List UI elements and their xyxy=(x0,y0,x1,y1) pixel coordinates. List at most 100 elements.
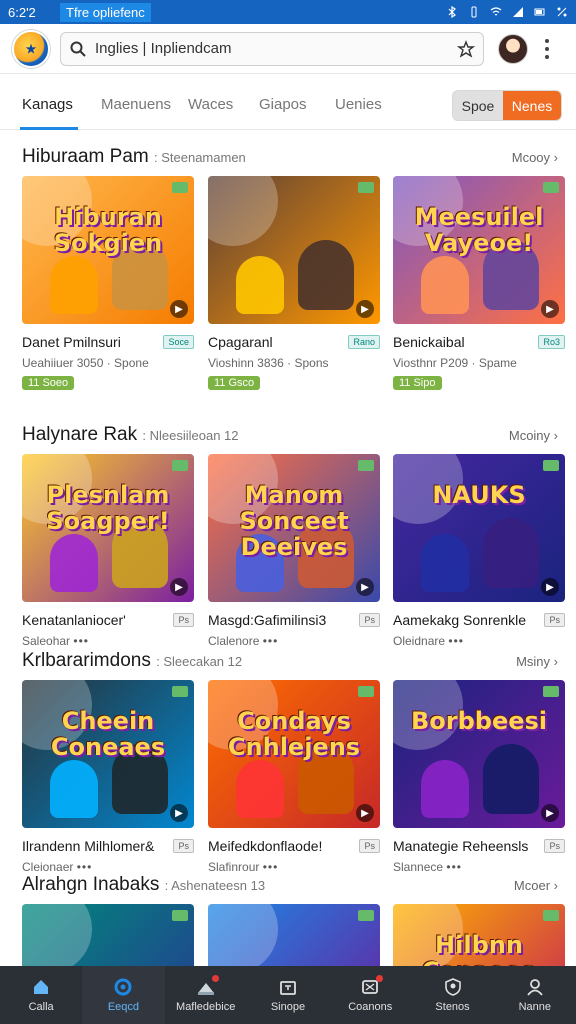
game-thumbnail[interactable]: Meesuilel Vayeoe! ▶ xyxy=(393,176,565,324)
card-title: Kenatanlaniocer' xyxy=(22,612,126,628)
game-thumbnail[interactable]: Condays Cnhlejens ▶ xyxy=(208,680,380,828)
play-icon[interactable]: ▶ xyxy=(541,804,559,822)
character-figure xyxy=(50,760,98,818)
card-chip: Soce xyxy=(163,335,194,349)
nav-item-mafledebice[interactable]: Mafledebice xyxy=(165,966,247,1024)
nav-item-label: Mafledebice xyxy=(176,1001,236,1013)
game-card[interactable]: Meesuilel Vayeoe! ▶ Benickaibal Ro3 Viosthn… xyxy=(393,176,565,391)
explore-icon xyxy=(113,977,133,997)
card-chip: Ps xyxy=(544,613,565,627)
nav-item-eeqcd[interactable]: Eeqcd xyxy=(82,966,165,1024)
section-title: Krlbararimdons : Sleecakan 12 xyxy=(22,650,242,672)
nav-item-coanons[interactable]: Coanons xyxy=(329,966,411,1024)
bag-icon xyxy=(278,977,298,997)
store-icon xyxy=(196,975,219,997)
nav-item-label: Coanons xyxy=(348,1001,393,1013)
price-badge[interactable]: 11 Gsco xyxy=(208,376,261,390)
card-more-dots[interactable]: ••• xyxy=(77,860,93,874)
section-more-label: Mcoer xyxy=(513,878,551,893)
new-badge-icon xyxy=(358,686,374,697)
segment-left-button[interactable]: Spoe xyxy=(453,91,503,120)
card-title: Meifedkdonflaode! xyxy=(208,838,323,854)
play-icon[interactable]: ▶ xyxy=(170,804,188,822)
price-badge[interactable]: 11 Sipo xyxy=(393,376,442,390)
card-meta-text: Slannece xyxy=(393,860,444,874)
section-more-link[interactable]: Msiny › xyxy=(516,654,558,669)
play-icon[interactable]: ▶ xyxy=(356,578,374,596)
card-more-dots[interactable]: ••• xyxy=(446,860,462,874)
card-more-dots[interactable]: ••• xyxy=(73,634,89,648)
card-more-dots[interactable]: ••• xyxy=(263,634,279,648)
more-options-icon[interactable] xyxy=(540,38,554,59)
game-card[interactable]: Manom Sonceet Deeives ▶ Masgd:Gafimilinsi… xyxy=(208,454,380,648)
nav-item-nanne[interactable]: Nanne xyxy=(494,966,576,1024)
nav-item-calla[interactable]: Calla xyxy=(0,966,82,1024)
nav-item-stenos[interactable]: Stenos xyxy=(411,966,493,1024)
play-icon[interactable]: ▶ xyxy=(170,578,188,596)
game-card[interactable]: Borbbeesi ▶ Manategie Reheensls Ps Slannece… xyxy=(393,680,565,874)
card-title-row: Meifedkdonflaode! Ps xyxy=(208,838,380,854)
card-title-row: Manategie Reheensls Ps xyxy=(393,838,565,854)
game-art-title: Cheein Coneaes xyxy=(50,707,166,761)
avatar[interactable] xyxy=(498,33,528,64)
play-icon[interactable]: ▶ xyxy=(356,804,374,822)
card-meta: Slannece ••• xyxy=(393,860,565,874)
character-figure xyxy=(236,256,284,314)
game-card[interactable]: Hiburan Sokgien ▶ Danet Pmilnsuri Soce Ueah… xyxy=(22,176,194,391)
game-thumbnail[interactable]: Borbbeesi ▶ xyxy=(393,680,565,828)
card-meta-text: Oleidnare xyxy=(393,634,446,648)
search-input[interactable]: Inglies | Inpliendcam xyxy=(95,40,457,57)
play-icon[interactable]: ▶ xyxy=(541,300,559,318)
price-badge[interactable]: 11 Soeo xyxy=(22,376,75,390)
character-figure xyxy=(421,256,469,314)
card-title-row: Cpagaranl Rano xyxy=(208,334,380,350)
nav-item-sinope[interactable]: Sinope xyxy=(247,966,329,1024)
shield-icon xyxy=(443,977,463,997)
card-meta-text: Clalenore xyxy=(208,634,260,648)
pin-icon[interactable] xyxy=(456,39,476,58)
section-more-link[interactable]: Mcoiny › xyxy=(509,428,558,443)
new-badge-icon xyxy=(172,686,188,697)
game-thumbnail[interactable]: Manom Sonceet Deeives ▶ xyxy=(208,454,380,602)
card-meta-text: Cleionaer xyxy=(22,860,74,874)
game-thumbnail[interactable]: Hiburan Sokgien ▶ xyxy=(22,176,194,324)
tab-waces[interactable]: Waces xyxy=(188,96,233,113)
character-figure xyxy=(50,534,98,592)
play-icon[interactable]: ▶ xyxy=(356,300,374,318)
app-logo-icon[interactable]: ★ xyxy=(12,29,50,68)
card-more-dots[interactable]: ••• xyxy=(263,860,279,874)
card-meta: Saleohar ••• xyxy=(22,634,194,648)
game-thumbnail[interactable]: NAUKS ▶ xyxy=(393,454,565,602)
section-title-text: Halynare Rak xyxy=(22,424,138,445)
new-badge-icon xyxy=(358,182,374,193)
game-card[interactable]: Plesnlam Soagper! ▶ Kenatanlaniocer' Ps Sal… xyxy=(22,454,194,648)
game-art-title: NAUKS xyxy=(432,481,526,509)
character-figure xyxy=(421,760,469,818)
character-figure xyxy=(483,518,539,588)
card-more-dots[interactable]: ••• xyxy=(448,634,464,648)
tab-maenuens[interactable]: Maenuens xyxy=(101,96,171,113)
section-subtitle: : Steenamamen xyxy=(154,150,246,165)
segment-right-button[interactable]: Nenes xyxy=(503,91,561,120)
section-more-link[interactable]: Mcooy › xyxy=(512,150,558,165)
card-meta-text: Vioshinn 3836 · Spons xyxy=(208,356,329,370)
bottom-navigation: Calla Eeqcd Mafledebice Sinope Coanons Stenos… xyxy=(0,966,576,1024)
game-card[interactable]: Cheein Coneaes ▶ Ilrandenn Milhlomer& Ps Cl… xyxy=(22,680,194,874)
game-thumbnail[interactable]: ▶ xyxy=(208,176,380,324)
tab-giapos[interactable]: Giapos xyxy=(259,96,307,113)
card-chip: Ps xyxy=(359,839,380,853)
game-card[interactable]: Condays Cnhlejens ▶ Meifedkdonflaode! Ps Sl… xyxy=(208,680,380,874)
tab-uenies[interactable]: Uenies xyxy=(335,96,382,113)
new-badge-icon xyxy=(172,910,188,921)
game-card[interactable]: ▶ Cpagaranl Rano Vioshinn 3836 · Spons 11 Gs… xyxy=(208,176,380,391)
status-icons xyxy=(446,5,568,19)
tab-kanags[interactable]: Kanags xyxy=(22,96,73,113)
play-icon[interactable]: ▶ xyxy=(541,578,559,596)
game-thumbnail[interactable]: Cheein Coneaes ▶ xyxy=(22,680,194,828)
new-badge-icon xyxy=(358,910,374,921)
game-thumbnail[interactable]: Plesnlam Soagper! ▶ xyxy=(22,454,194,602)
section-more-link[interactable]: Mcoer › xyxy=(514,878,558,893)
search-bar[interactable]: Inglies | Inpliendcam xyxy=(60,31,484,66)
play-icon[interactable]: ▶ xyxy=(170,300,188,318)
game-card[interactable]: NAUKS ▶ Aamekakg Sonrenkle Ps Oleidnare ••• xyxy=(393,454,565,648)
